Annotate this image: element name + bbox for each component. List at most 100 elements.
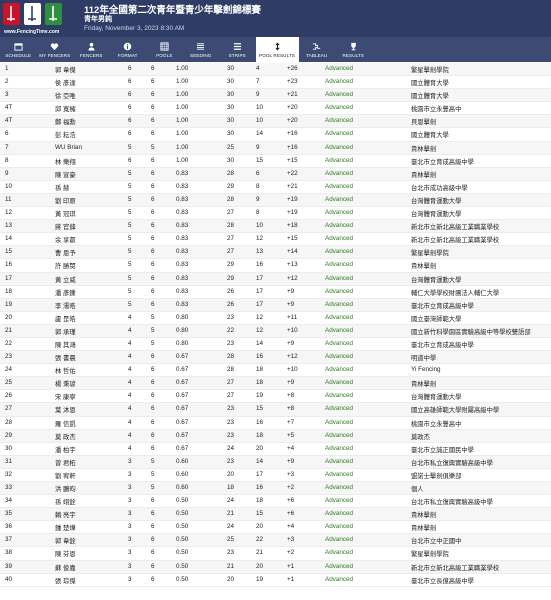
table-row[interactable]: 9 陳 宣豪 5 6 0.83 28 6 +22 Advanced 貴林擊劍: [0, 167, 551, 181]
table-row[interactable]: 4T 鄭 福勳 6 6 1.00 30 10 +20 Advanced 貝恩擊劍: [0, 115, 551, 129]
table-row[interactable]: 33 洪 鵬昀 3 5 0.60 18 16 +2 Advanced 個人: [0, 482, 551, 496]
table-row[interactable]: 13 蔣 官鋒 5 6 0.83 28 10 +18 Advanced 新北市立新北高級工業職業學…: [0, 220, 551, 234]
table-row[interactable]: 2 侯 彥達 6 6 1.00 30 7 +23 Advanced 國立體育大學: [0, 76, 551, 90]
table-row[interactable]: 31 曾 君柘 3 5 0.60 23 14 +9 Advanced 台北市私立復興實驗高級中學: [0, 455, 551, 469]
table-row[interactable]: 18 潘 彥鑠 5 6 0.83 26 17 +9 Advanced 輔仁大學學校財團法人輔仁大學: [0, 286, 551, 299]
status-cell: Advanced: [325, 261, 354, 269]
nav-tab-fencers[interactable]: FENCERS: [73, 37, 110, 62]
table-row[interactable]: 8 林 樂翔 6 6 1.00 30 15 +15 Advanced 臺北市立育成高級中學: [0, 155, 551, 168]
indicator-cell: +3: [287, 470, 295, 478]
matches-cell: 6: [151, 261, 155, 269]
table-row[interactable]: 34 孫 翊銓 3 6 0.50 24 18 +6 Advanced 台北市私立復興實驗高級中學: [0, 495, 551, 509]
fencer-name-cell: 郭 承瑾: [55, 328, 76, 336]
club-cell: 國立臺灣師範大學: [411, 315, 462, 323]
status-cell: Advanced: [325, 209, 354, 217]
table-row[interactable]: 3 徐 亞唯 6 6 1.00 30 9 +21 Advanced 國立體育大學: [0, 89, 551, 103]
fencer-name-cell: 羅 信凱: [55, 420, 76, 428]
table-row[interactable]: 25 楊 秉諺 4 6 0.67 27 18 +9 Advanced 貴林擊劍: [0, 377, 551, 391]
table-row[interactable]: 37 郭 韋銓 3 6 0.50 25 22 +3 Advanced 台北市立中正國中: [0, 534, 551, 548]
touches-scored-cell: 23: [227, 405, 235, 413]
table-row[interactable]: 36 鍾 楚燁 3 6 0.50 24 20 +4 Advanced 貴林擊劍: [0, 521, 551, 535]
touches-received-cell: 15: [256, 405, 264, 413]
status-cell: Advanced: [325, 195, 354, 203]
table-row[interactable]: 30 潘 柏宇 4 6 0.67 24 20 +4 Advanced 臺北市立誠正國民中學: [0, 443, 551, 456]
indicator-cell: +1: [287, 575, 295, 583]
club-cell: 臺北市立育成高級中學: [411, 158, 474, 166]
table-row[interactable]: 32 劉 宥軒 3 5 0.60 20 17 +3 Advanced 盟諾士擊劍俱樂部: [0, 469, 551, 482]
nav-tab-seeding[interactable]: SEEDING: [183, 37, 220, 62]
pool-results-table: 1郭 韋傑 6 6 1.00 30 4 +26 Advanced 繁星擊劍學院 2 侯 彥達 6 6 1.…: [0, 63, 551, 587]
table-row[interactable]: 23 張 書晨 4 6 0.67 28 16 +12 Advanced 明道中學: [0, 351, 551, 365]
index-cell: 0.67: [176, 379, 189, 387]
index-cell: 0.83: [176, 300, 189, 308]
indicator-cell: +19: [287, 209, 298, 217]
table-row[interactable]: 35 賴 亮宇 3 6 0.50 21 15 +6 Advanced 貴林擊劍: [0, 508, 551, 522]
touches-received-cell: 21: [256, 549, 264, 557]
table-row[interactable]: 15 曹 恩予 5 6 0.83 27 13 +14 Advanced 繁星擊劍學院: [0, 246, 551, 260]
index-cell: 0.83: [176, 248, 189, 256]
table-row[interactable]: 38 陳 芬恩 3 6 0.50 23 21 +2 Advanced 繁星擊劍學院: [0, 547, 551, 561]
indicator-cell: +23: [287, 78, 298, 86]
place-cell: 23: [5, 353, 13, 361]
victories-cell: 5: [128, 209, 132, 217]
table-row[interactable]: 40 張 琮傑 3 6 0.50 20 19 +1 Advanced 臺北市立長億高級中學: [0, 574, 551, 587]
table-row[interactable]: 6 彭 耘浩 6 6 1.00 30 14 +16 Advanced 國立體育大學: [0, 128, 551, 142]
club-cell: 臺北市立長億高級中學: [411, 577, 474, 585]
table-row[interactable]: 10 孫 赫 5 6 0.83 29 8 +21 Advanced 台北市成功高級中學: [0, 181, 551, 194]
fencer-name-cell: 鄭 福勳: [55, 119, 76, 127]
nav-tab-results[interactable]: RESULTS: [335, 37, 372, 62]
touches-scored-cell: 30: [227, 130, 235, 138]
club-cell: 台灣體育運動大學: [411, 211, 462, 219]
club-cell: 貴林擊劍: [411, 525, 437, 533]
fencer-name-cell: 李 濡晧: [55, 302, 76, 310]
table-row[interactable]: 22 陳 其鴻 4 5 0.80 23 14 +9 Advanced 臺北市立育成高級中學: [0, 338, 551, 352]
nav-tab-label: TABLEAU: [306, 53, 328, 58]
victories-cell: 3: [128, 536, 132, 544]
indicator-cell: +18: [287, 222, 298, 230]
indicator-cell: +2: [287, 484, 295, 491]
matches-cell: 6: [151, 235, 155, 243]
touches-received-cell: 8: [256, 209, 260, 217]
matches-cell: 6: [151, 405, 155, 413]
table-row[interactable]: 21 郭 承瑾 4 5 0.80 22 12 +10 Advanced 國立新竹科學園區實驗高級中…: [0, 324, 551, 338]
table-row[interactable]: 14 余 享叡 5 6 0.83 27 12 +15 Advanced 新北市立新北高級工業職業學…: [0, 233, 551, 247]
table-row[interactable]: 24 林 哲佑 4 6 0.67 28 18 +10 Advanced Yi Fencing: [0, 364, 551, 378]
table-row[interactable]: 12 黃 冠琪 5 6 0.83 27 8 +19 Advanced 台灣體育運動大學: [0, 207, 551, 221]
table-row[interactable]: 11 劉 印原 5 6 0.83 28 9 +19 Advanced 台灣體育運動大學: [0, 193, 551, 208]
index-cell: 1.00: [176, 130, 189, 138]
nav-tab-pool-results[interactable]: POOL RESULTS: [255, 37, 299, 62]
nav-tab-pools[interactable]: POOLS: [146, 37, 183, 62]
club-cell: 輔仁大學學校財團法人輔仁大學: [411, 289, 500, 297]
fencer-name-cell: 陳 其鴻: [55, 341, 76, 349]
table-row[interactable]: 20 盧 昰皓 4 5 0.80 23 12 +11 Advanced 國立臺灣師範大學: [0, 312, 551, 325]
table-row[interactable]: 4T 邱 寬擁 6 6 1.00 30 10 +20 Advanced 桃園市立永豐高中: [0, 102, 551, 116]
table-row[interactable]: 7 WU Brian 5 5 1.00 25 9 +16 Advanced 貴林擊劍: [0, 141, 551, 155]
table-row[interactable]: 16 許 勝閔 5 6 0.83 29 16 +13 Advanced 貴林擊劍: [0, 259, 551, 273]
matches-cell: 6: [151, 156, 155, 164]
place-cell: 34: [5, 497, 13, 505]
touches-scored-cell: 29: [227, 274, 235, 282]
indicator-cell: +16: [287, 143, 298, 151]
nav-tab-schedule[interactable]: SCHEDULE: [0, 37, 37, 62]
victories-cell: 5: [128, 222, 132, 230]
matches-cell: 6: [151, 431, 155, 439]
table-row[interactable]: 1 郭 韋傑 6 6 1.00 30 4 +26 Advanced 繁星擊劍學院: [0, 63, 551, 77]
table-row[interactable]: 29 莫 政杰 4 6 0.67 23 18 +5 Advanced 莫政杰: [0, 429, 551, 443]
status-cell: Advanced: [325, 405, 354, 413]
indicator-cell: +4: [287, 444, 295, 452]
nav-tab-format[interactable]: FORMAT: [110, 37, 147, 62]
status-cell: Advanced: [325, 392, 354, 400]
table-row[interactable]: 39 蘇 俊嘉 3 6 0.50 21 20 +1 Advanced 新北市立新北高級工業職業學校: [0, 560, 551, 574]
table-row[interactable]: 26 宋 康寧 4 6 0.67 27 19 +8 Advanced 台灣體育運動大學: [0, 390, 551, 404]
table-row[interactable]: 27 葉 沐恩 4 6 0.67 23 15 +8 Advanced 國立高雄師範大學附屬高級中學: [0, 403, 551, 417]
table-row[interactable]: 28 羅 信凱 4 6 0.67 23 16 +7 Advanced 桃園市立永豐高中: [0, 417, 551, 430]
status-cell: Advanced: [325, 91, 354, 99]
victories-cell: 3: [128, 510, 132, 518]
matches-cell: 6: [151, 104, 155, 112]
place-cell: 15: [5, 248, 13, 256]
nav-tab-tableau[interactable]: TABLEAU: [299, 37, 336, 62]
table-row[interactable]: 17 黃 立威 5 6 0.83 29 17 +12 Advanced 台灣體育運動大學: [0, 272, 551, 286]
nav-tab-my-fencers[interactable]: MY FENCERS: [37, 37, 74, 62]
table-row[interactable]: 19 李 濡晧 5 6 0.83 26 17 +9 Advanced 臺北市立育成高級中學: [0, 298, 551, 312]
nav-tab-strips[interactable]: STRIPS: [219, 37, 256, 62]
